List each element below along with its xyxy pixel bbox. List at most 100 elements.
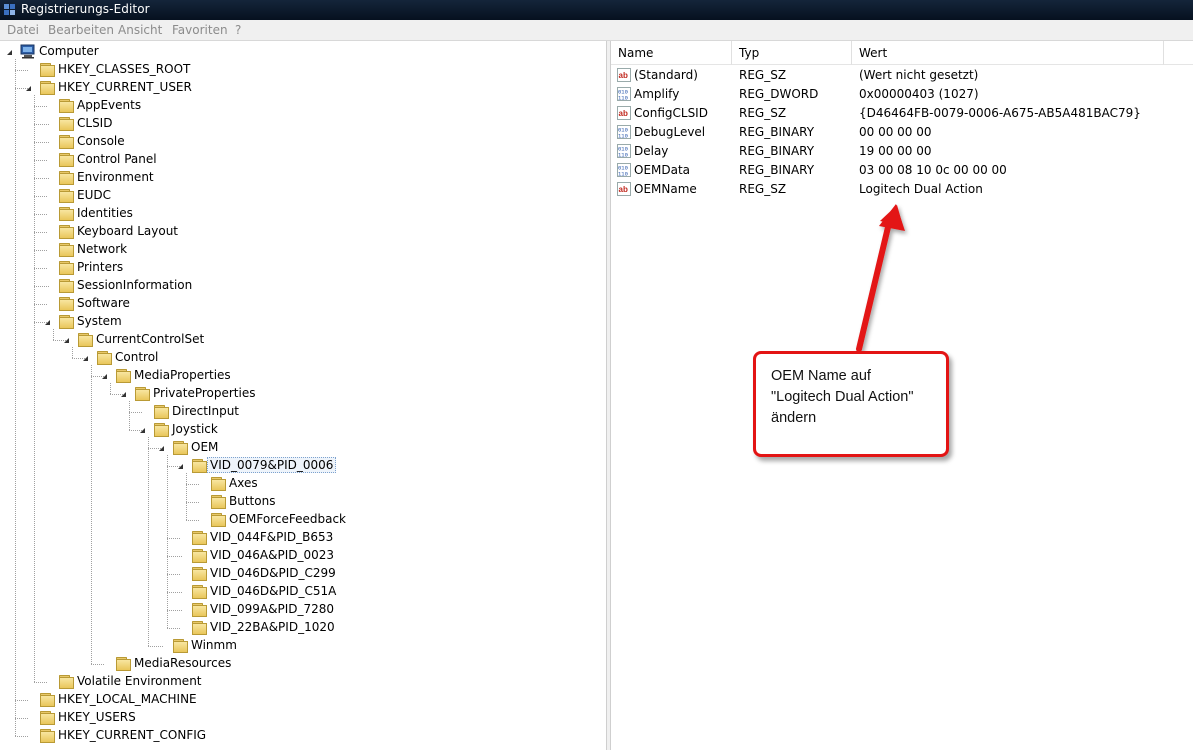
collapsed-arrow-icon[interactable] <box>198 479 205 489</box>
menu-help[interactable]: ? <box>235 23 241 37</box>
collapsed-arrow-icon[interactable] <box>46 227 53 237</box>
tree-node-label: Buttons <box>229 494 276 508</box>
tree-node-software[interactable]: Software <box>0 295 600 313</box>
collapsed-arrow-icon[interactable] <box>103 659 110 669</box>
svg-text:110: 110 <box>618 133 628 140</box>
column-header-name[interactable]: Name <box>611 41 732 65</box>
tree-node-hkey-classes-root[interactable]: HKEY_CLASSES_ROOT <box>0 61 600 79</box>
tree-node-clsid[interactable]: CLSID <box>0 115 600 133</box>
collapsed-arrow-icon[interactable] <box>46 263 53 273</box>
tree-node-sessioninformation[interactable]: SessionInformation <box>0 277 600 295</box>
tree-node-mediaproperties[interactable]: MediaProperties <box>0 367 600 385</box>
value-row[interactable]: ab (Standard) REG_SZ (Wert nicht gesetzt) <box>611 66 1193 85</box>
tree-node-environment[interactable]: Environment <box>0 169 600 187</box>
tree-node-label: VID_099A&PID_7280 <box>210 602 335 616</box>
tree-node-vid-046d-pid-c51a[interactable]: VID_046D&PID_C51A <box>0 583 600 601</box>
tree-node-mediaresources[interactable]: MediaResources <box>0 655 600 673</box>
tree-node-eudc[interactable]: EUDC <box>0 187 600 205</box>
collapsed-arrow-icon[interactable] <box>198 497 205 507</box>
expanded-arrow-icon[interactable] <box>140 428 145 433</box>
column-header-type[interactable]: Typ <box>732 41 852 65</box>
collapsed-arrow-icon[interactable] <box>179 569 186 579</box>
tree-node-hkey-local-machine[interactable]: HKEY_LOCAL_MACHINE <box>0 691 600 709</box>
binary-value-icon: 010110 <box>617 87 631 101</box>
tree-node-vid-044f-pid-b653[interactable]: VID_044F&PID_B653 <box>0 529 600 547</box>
tree-node-directinput[interactable]: DirectInput <box>0 403 600 421</box>
collapsed-arrow-icon[interactable] <box>198 515 205 525</box>
menu-ansicht[interactable]: Ansicht <box>118 23 162 37</box>
tree-node-buttons[interactable]: Buttons <box>0 493 600 511</box>
tree-node-joystick[interactable]: Joystick <box>0 421 600 439</box>
menu-bearbeiten[interactable]: Bearbeiten <box>48 23 114 37</box>
tree-node-printers[interactable]: Printers <box>0 259 600 277</box>
tree-node-vid-099a-pid-7280[interactable]: VID_099A&PID_7280 <box>0 601 600 619</box>
expanded-arrow-icon[interactable] <box>45 320 50 325</box>
callout-line-2: "Logitech Dual Action" <box>771 389 914 405</box>
value-row[interactable]: 010 110 Amplify REG_DWORD 0x00000403 (1027) <box>611 85 1193 104</box>
expanded-arrow-icon[interactable] <box>121 392 126 397</box>
tree-node-vid-22ba-pid-1020[interactable]: VID_22BA&PID_1020 <box>0 619 600 637</box>
tree-node-currentcontrolset[interactable]: CurrentControlSet <box>0 331 600 349</box>
tree-node-control-panel[interactable]: Control Panel <box>0 151 600 169</box>
tree-node-oemforcefeedback[interactable]: OEMForceFeedback <box>0 511 600 529</box>
tree-node-console[interactable]: Console <box>0 133 600 151</box>
expanded-arrow-icon[interactable] <box>26 86 31 91</box>
value-row[interactable]: ab OEMName REG_SZ Logitech Dual Action <box>611 180 1193 199</box>
expanded-arrow-icon[interactable] <box>83 356 88 361</box>
tree-node-volatile-environment[interactable]: Volatile Environment <box>0 673 600 691</box>
expanded-arrow-icon[interactable] <box>102 374 107 379</box>
tree-node-vid-046d-pid-c299[interactable]: VID_046D&PID_C299 <box>0 565 600 583</box>
folder-icon <box>210 512 226 527</box>
svg-text:ab: ab <box>619 109 628 118</box>
collapsed-arrow-icon[interactable] <box>179 533 186 543</box>
folder-icon <box>58 170 74 185</box>
collapsed-arrow-icon[interactable] <box>27 731 34 741</box>
collapsed-arrow-icon[interactable] <box>179 623 186 633</box>
tree-node-hkey-current-user[interactable]: HKEY_CURRENT_USER <box>0 79 600 97</box>
tree-node-oem[interactable]: OEM <box>0 439 600 457</box>
tree-node-control[interactable]: Control <box>0 349 600 367</box>
collapsed-arrow-icon[interactable] <box>46 191 53 201</box>
expanded-arrow-icon[interactable] <box>178 464 183 469</box>
collapsed-arrow-icon[interactable] <box>46 299 53 309</box>
tree-node-hkey-current-config[interactable]: HKEY_CURRENT_CONFIG <box>0 727 600 745</box>
tree-node-identities[interactable]: Identities <box>0 205 600 223</box>
value-row[interactable]: ab ConfigCLSID REG_SZ {D46464FB-0079-0006-A… <box>611 104 1193 123</box>
folder-icon <box>153 422 169 437</box>
tree-node-system[interactable]: System <box>0 313 600 331</box>
column-header-value[interactable]: Wert <box>852 41 1164 65</box>
value-row[interactable]: 010 110 DebugLevel REG_BINARY 00 00 00 00 <box>611 123 1193 142</box>
expanded-arrow-icon[interactable] <box>159 446 164 451</box>
tree-node-vid-046a-pid-0023[interactable]: VID_046A&PID_0023 <box>0 547 600 565</box>
tree-node-winmm[interactable]: Winmm <box>0 637 600 655</box>
menu-datei[interactable]: Datei <box>7 23 39 37</box>
value-row[interactable]: 010 110 OEMData REG_BINARY 03 00 08 10 0c 00… <box>611 161 1193 180</box>
value-type: REG_SZ <box>739 68 787 82</box>
collapsed-arrow-icon[interactable] <box>46 245 53 255</box>
expanded-arrow-icon[interactable] <box>64 338 69 343</box>
tree-node-computer[interactable]: Computer <box>0 43 600 61</box>
menu-favoriten[interactable]: Favoriten <box>172 23 228 37</box>
tree-node-hkey-users[interactable]: HKEY_USERS <box>0 709 600 727</box>
value-row[interactable]: 010 110 Delay REG_BINARY 19 00 00 00 <box>611 142 1193 161</box>
collapsed-arrow-icon[interactable] <box>27 713 34 723</box>
tree-node-privateproperties[interactable]: PrivateProperties <box>0 385 600 403</box>
tree-node-vid-0079-pid-0006[interactable]: VID_0079&PID_0006 <box>0 457 600 475</box>
tree-node-appevents[interactable]: AppEvents <box>0 97 600 115</box>
expanded-arrow-icon[interactable] <box>7 50 12 55</box>
tree-node-label: VID_22BA&PID_1020 <box>210 620 335 634</box>
collapsed-arrow-icon[interactable] <box>141 407 148 417</box>
registry-tree[interactable]: Computer HKEY_CLASSES_ROOT HKEY_CURRENT_US… <box>0 41 606 750</box>
collapsed-arrow-icon[interactable] <box>46 209 53 219</box>
tree-node-keyboard-layout[interactable]: Keyboard Layout <box>0 223 600 241</box>
folder-icon <box>77 332 93 347</box>
binary-value-icon: 010110 <box>617 125 631 139</box>
collapsed-arrow-icon[interactable] <box>27 695 34 705</box>
tree-node-network[interactable]: Network <box>0 241 600 259</box>
binary-value-icon: 010110 <box>617 144 631 158</box>
collapsed-arrow-icon[interactable] <box>46 101 53 111</box>
collapsed-arrow-icon[interactable] <box>27 65 34 75</box>
collapsed-arrow-icon[interactable] <box>46 677 53 687</box>
collapsed-arrow-icon[interactable] <box>46 155 53 165</box>
tree-node-axes[interactable]: Axes <box>0 475 600 493</box>
